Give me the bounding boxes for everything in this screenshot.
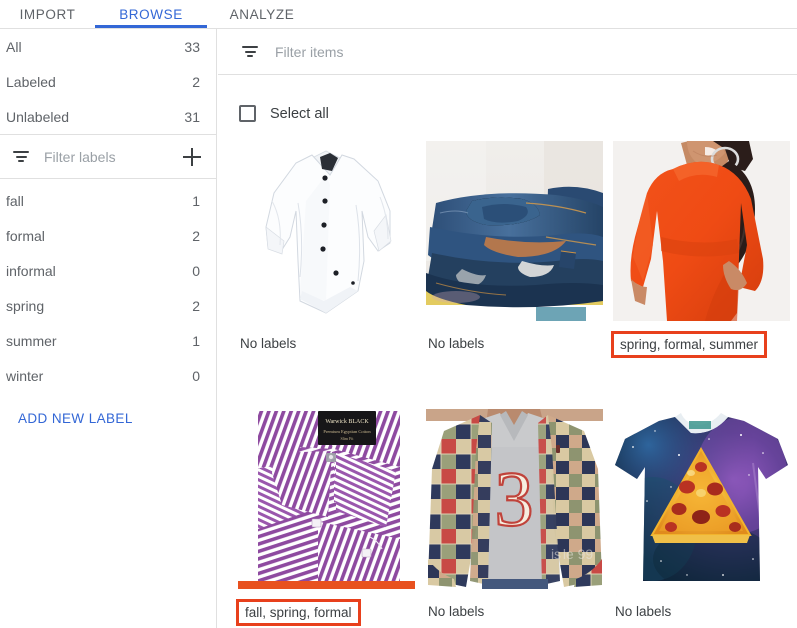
- label-list: fall 1 formal 2 informal 0 spring 2 summ…: [0, 179, 216, 432]
- label-row-formal-name: formal: [6, 228, 45, 244]
- tab-import-label: IMPORT: [20, 7, 76, 22]
- grid-item-caption: No labels: [426, 331, 603, 355]
- sidebar-item-unlabeled[interactable]: Unlabeled 31: [0, 99, 216, 134]
- item-grid-row: No labels: [218, 141, 797, 409]
- tab-analyze[interactable]: ANALYZE: [207, 0, 317, 28]
- grid-item-caption: No labels: [426, 599, 603, 623]
- purple-striped-shirt-thumbnail[interactable]: Warwick BLACK Premium Egyptian Cotton Sl…: [238, 409, 415, 589]
- orange-dress-model-thumbnail[interactable]: [613, 141, 790, 321]
- label-row-formal-count: 2: [192, 228, 200, 244]
- grid-item-caption: fall, spring, formal: [236, 599, 361, 626]
- sidebar-item-unlabeled-label: Unlabeled: [6, 109, 69, 125]
- svg-text:is: is: [551, 546, 561, 562]
- tab-browse[interactable]: BROWSE: [95, 0, 207, 28]
- left-sidebar: All 33 Labeled 2 Unlabeled 31 Filter lab…: [0, 29, 217, 628]
- dataset-count-list: All 33 Labeled 2 Unlabeled 31: [0, 29, 216, 134]
- filter-icon: [10, 147, 32, 167]
- label-row-fall-name: fall: [6, 193, 24, 209]
- filter-icon: [239, 42, 261, 62]
- grid-item[interactable]: 3 is le 99 No labels: [426, 409, 603, 623]
- plus-icon[interactable]: [180, 145, 204, 169]
- galaxy-pizza-tshirt-thumbnail[interactable]: [613, 409, 790, 589]
- grid-item-caption: spring, formal, summer: [611, 331, 767, 358]
- grid-item[interactable]: spring, formal, summer: [613, 141, 790, 358]
- filter-items-input[interactable]: Filter items: [275, 44, 797, 60]
- filter-labels-input[interactable]: Filter labels: [44, 149, 180, 165]
- svg-text:Premium Egyptian Cotton: Premium Egyptian Cotton: [323, 429, 371, 434]
- label-row-spring[interactable]: spring 2: [0, 288, 216, 323]
- grid-item[interactable]: Warwick BLACK Premium Egyptian Cotton Sl…: [238, 409, 415, 626]
- label-row-formal[interactable]: formal 2: [0, 218, 216, 253]
- stack-of-blue-jeans-thumbnail[interactable]: [426, 141, 603, 321]
- plaid-shirt-over-tee-thumbnail[interactable]: 3 is le 99: [426, 409, 603, 589]
- checkbox-unchecked-icon[interactable]: [239, 105, 256, 122]
- grid-item-caption: No labels: [613, 599, 790, 623]
- label-row-winter[interactable]: winter 0: [0, 358, 216, 393]
- sidebar-item-labeled-count: 2: [192, 74, 200, 90]
- label-row-winter-count: 0: [192, 368, 200, 384]
- label-row-informal[interactable]: informal 0: [0, 253, 216, 288]
- tab-analyze-label: ANALYZE: [230, 7, 295, 22]
- labeling-tool-window: IMPORT BROWSE ANALYZE All 33 Labeled 2 U…: [0, 0, 797, 628]
- sidebar-item-all-label: All: [6, 39, 22, 55]
- label-row-informal-name: informal: [6, 263, 56, 279]
- top-tab-bar: IMPORT BROWSE ANALYZE: [0, 0, 797, 29]
- grid-item[interactable]: No labels: [426, 141, 603, 355]
- sidebar-item-unlabeled-count: 31: [184, 109, 200, 125]
- select-all-row[interactable]: Select all: [218, 91, 797, 136]
- sidebar-item-labeled-label: Labeled: [6, 74, 56, 90]
- main-panel: Filter items Select all: [218, 29, 797, 628]
- grid-item-caption: No labels: [238, 331, 415, 355]
- tab-import[interactable]: IMPORT: [0, 0, 95, 28]
- sidebar-item-all[interactable]: All 33: [0, 29, 216, 64]
- tab-browse-label: BROWSE: [119, 7, 183, 22]
- label-row-fall[interactable]: fall 1: [0, 183, 216, 218]
- svg-text:Warwick BLACK: Warwick BLACK: [325, 419, 369, 425]
- add-new-label-button[interactable]: ADD NEW LABEL: [0, 404, 216, 432]
- grid-item[interactable]: No labels: [238, 141, 415, 355]
- add-new-label-button-text: ADD NEW LABEL: [18, 411, 133, 426]
- svg-text:le 99: le 99: [563, 546, 594, 562]
- filter-labels-bar: Filter labels: [0, 135, 216, 179]
- label-row-informal-count: 0: [192, 263, 200, 279]
- sidebar-item-labeled[interactable]: Labeled 2: [0, 64, 216, 99]
- label-row-fall-count: 1: [192, 193, 200, 209]
- label-row-spring-count: 2: [192, 298, 200, 314]
- svg-text:3: 3: [495, 455, 534, 542]
- white-dress-shirt-thumbnail[interactable]: [238, 141, 415, 321]
- tab-active-underline: [95, 25, 207, 28]
- sidebar-item-all-count: 33: [184, 39, 200, 55]
- label-row-summer-name: summer: [6, 333, 57, 349]
- label-row-spring-name: spring: [6, 298, 44, 314]
- label-row-summer[interactable]: summer 1: [0, 323, 216, 358]
- svg-text:Slim Fit: Slim Fit: [340, 436, 354, 441]
- label-row-summer-count: 1: [192, 333, 200, 349]
- label-row-winter-name: winter: [6, 368, 43, 384]
- select-all-label: Select all: [270, 106, 329, 122]
- filter-items-bar: Filter items: [218, 29, 797, 75]
- grid-item[interactable]: No labels: [613, 409, 790, 623]
- item-grid: No labels: [218, 141, 797, 628]
- item-grid-row: Warwick BLACK Premium Egyptian Cotton Sl…: [218, 409, 797, 628]
